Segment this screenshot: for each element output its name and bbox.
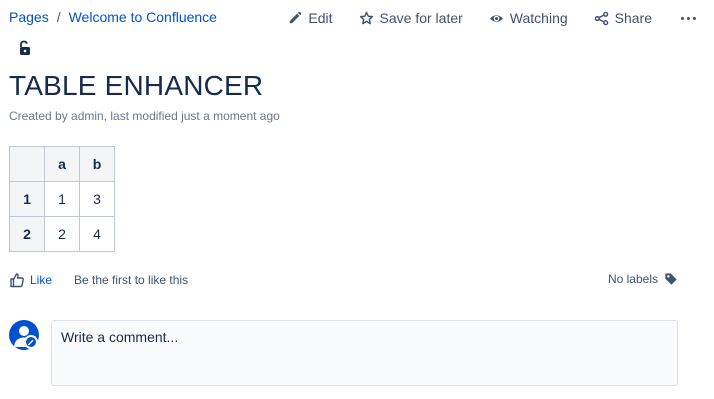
- watching-label: Watching: [509, 10, 568, 26]
- table-cell: 3: [79, 181, 115, 217]
- unlock-icon: [20, 40, 30, 55]
- share-icon: [594, 11, 608, 25]
- more-icon-dot: [686, 16, 690, 20]
- thumbs-up-icon: [10, 273, 24, 288]
- comment-input[interactable]: [51, 320, 678, 386]
- star-icon: [359, 11, 373, 24]
- edit-button[interactable]: Edit: [288, 10, 333, 26]
- table-row-header: 2: [9, 216, 45, 252]
- breadcrumb-pages-link[interactable]: Pages: [9, 9, 49, 25]
- like-section: Like Be the first to like this: [9, 272, 188, 288]
- restrictions-button[interactable]: [18, 40, 32, 61]
- watching-button[interactable]: Watching: [489, 10, 568, 26]
- table-header-row: a b: [9, 146, 115, 182]
- page-byline: Created by admin, last modified just a m…: [9, 109, 280, 123]
- share-label: Share: [614, 10, 652, 26]
- eye-icon: [489, 14, 503, 22]
- save-for-later-button[interactable]: Save for later: [359, 10, 463, 26]
- page-toolbar: Edit Save for later Watching Share: [262, 8, 714, 28]
- table-row: 1 1 3: [9, 181, 115, 217]
- table-header-cell: b: [79, 146, 115, 182]
- table-row: 2 2 4: [9, 216, 115, 252]
- breadcrumb: Pages / Welcome to Confluence: [9, 9, 217, 25]
- share-button[interactable]: Share: [594, 10, 652, 26]
- table-header-cell: [9, 146, 45, 182]
- labels-text: No labels: [607, 272, 658, 286]
- pencil-icon: [290, 11, 302, 24]
- breadcrumb-separator: /: [56, 9, 61, 25]
- table-header-cell: a: [44, 146, 80, 182]
- table-cell: 4: [79, 216, 115, 252]
- table-cell: 2: [44, 216, 80, 252]
- labels-section[interactable]: No labels: [608, 272, 678, 286]
- table-row-header: 1: [9, 181, 45, 217]
- save-for-later-label: Save for later: [379, 10, 463, 26]
- table-cell: 1: [44, 181, 80, 217]
- tag-icon: [665, 273, 677, 285]
- like-label: Like: [30, 273, 53, 287]
- like-button[interactable]: Like: [9, 272, 52, 288]
- edit-label: Edit: [308, 10, 333, 26]
- avatar-edit-badge: [24, 335, 38, 349]
- content-table: a b 1 1 3 2 2 4: [9, 146, 115, 252]
- more-icon: [680, 16, 684, 20]
- pencil-icon: [28, 339, 34, 346]
- breadcrumb-current-link[interactable]: Welcome to Confluence: [69, 9, 217, 25]
- more-icon-dot: [692, 16, 696, 20]
- page-title: TABLE ENHANCER: [9, 70, 264, 101]
- like-hint: Be the first to like this: [74, 273, 189, 287]
- more-actions-button[interactable]: [678, 16, 698, 20]
